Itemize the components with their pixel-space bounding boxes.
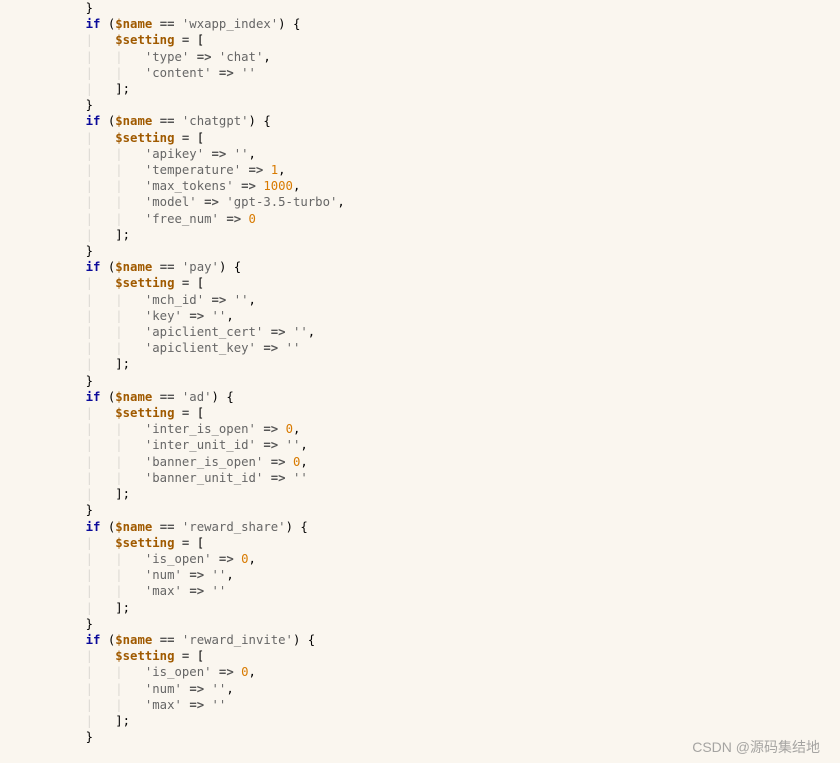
code-block: } if ($name == 'wxapp_index') { | $setti… [0, 0, 840, 745]
